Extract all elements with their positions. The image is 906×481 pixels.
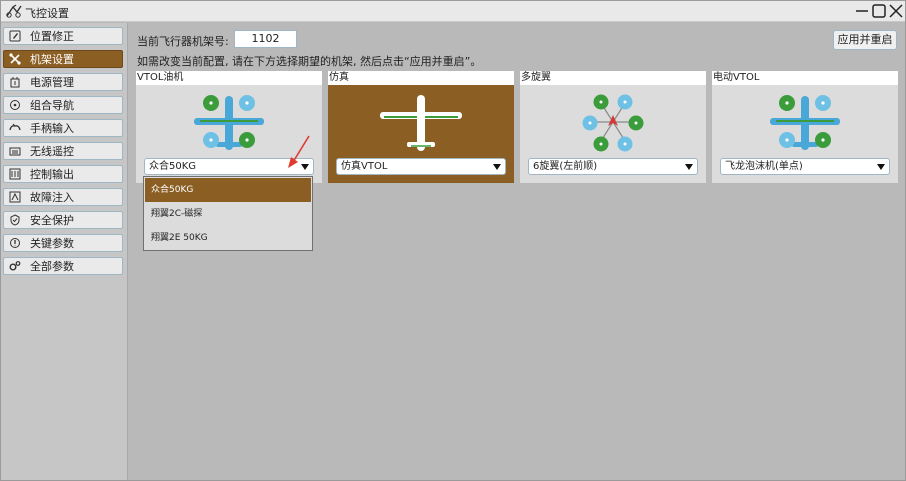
sidebar-item-label: 关键参数 <box>30 237 74 250</box>
select-value: 6旋翼(左前顺) <box>533 161 598 172</box>
vtol-quadplane-icon <box>750 90 860 154</box>
sidebar-item-navigation[interactable]: 组合导航 <box>3 96 123 114</box>
sidebar-item-label: 安全保护 <box>30 214 74 227</box>
card-body: 飞龙泡沫机(单点) <box>712 85 898 183</box>
card-title: 电动VTOL <box>712 71 898 85</box>
sidebar-item-label: 组合导航 <box>30 99 74 112</box>
airplane-icon <box>366 90 476 154</box>
main-panel: 当前飞行器机架号: 1102 如需改变当前配置, 请在下方选择期望的机架, 然后… <box>129 23 905 480</box>
sidebar-item-all-params[interactable]: 全部参数 <box>3 257 123 275</box>
card-title: 多旋翼 <box>520 71 706 85</box>
frame-card-simulation: 仿真 仿真VTOL <box>328 71 514 185</box>
navigation-icon <box>8 98 22 112</box>
card-body: 仿真VTOL <box>328 85 514 183</box>
card-body: 6旋翼(左前顺) <box>520 85 706 183</box>
frame-number-field[interactable]: 1102 <box>234 30 297 48</box>
dropdown-caret-icon <box>877 164 885 170</box>
edit-icon <box>8 29 22 43</box>
sidebar-item-fault-injection[interactable]: 故障注入 <box>3 188 123 206</box>
select-value: 仿真VTOL <box>341 161 388 172</box>
card-title: VTOL油机 <box>136 71 322 85</box>
sidebar-item-output[interactable]: 控制输出 <box>3 165 123 183</box>
sidebar-item-label: 故障注入 <box>30 191 74 204</box>
sidebar-item-label: 手柄输入 <box>30 122 74 135</box>
output-icon <box>8 167 22 181</box>
minimize-icon[interactable] <box>854 3 870 19</box>
annotation-arrow-icon <box>284 134 314 170</box>
frame-card-electric-vtol: 电动VTOL 飞龙泡沫机(单点) <box>712 71 898 185</box>
card-title: 仿真 <box>328 71 514 85</box>
sidebar-item-label: 位置修正 <box>30 30 74 43</box>
select-value: 飞龙泡沫机(单点) <box>725 161 803 172</box>
frame-select-simulation[interactable]: 仿真VTOL <box>336 158 506 175</box>
dropdown-option[interactable]: 众合50KG <box>145 178 311 202</box>
gamepad-icon <box>8 121 22 135</box>
hint-text: 如需改变当前配置, 请在下方选择期望的机架, 然后点击“应用并重启”。 <box>137 55 482 68</box>
sidebar: 位置修正 机架设置 电源管理 组合导航 手柄输入 无线遥控 控制输出 故障注入 <box>1 23 128 480</box>
sidebar-item-power[interactable]: 电源管理 <box>3 73 123 91</box>
gears-icon <box>8 259 22 273</box>
power-icon <box>8 75 22 89</box>
dropdown-option[interactable]: 翔翼2E 50KG <box>145 226 311 250</box>
sidebar-item-label: 机架设置 <box>30 53 74 66</box>
sidebar-item-label: 无线遥控 <box>30 145 74 158</box>
window-title: 飞控设置 <box>25 7 69 20</box>
dropdown-option[interactable]: 翔翼2C-磁探 <box>145 202 311 226</box>
frame-select-multirotor[interactable]: 6旋翼(左前顺) <box>528 158 698 175</box>
sidebar-item-label: 电源管理 <box>30 76 74 89</box>
frame-card-multirotor: 多旋翼 6旋翼(左前顺) <box>520 71 706 185</box>
sidebar-item-key-params[interactable]: 关键参数 <box>3 234 123 252</box>
fault-icon <box>8 190 22 204</box>
sidebar-item-position-correction[interactable]: 位置修正 <box>3 27 123 45</box>
sidebar-item-safety[interactable]: 安全保护 <box>3 211 123 229</box>
hexacopter-icon <box>558 90 668 154</box>
window: 飞控设置 位置修正 机架设置 电源管理 组合导航 手柄输入 无线遥控 控制输出 … <box>0 0 906 481</box>
sidebar-item-gamepad[interactable]: 手柄输入 <box>3 119 123 137</box>
maximize-icon[interactable] <box>871 3 887 19</box>
dropdown-caret-icon <box>493 164 501 170</box>
dropdown-caret-icon <box>685 164 693 170</box>
title-bar: 飞控设置 <box>1 1 905 22</box>
shield-icon <box>8 213 22 227</box>
remote-icon <box>8 144 22 158</box>
apply-restart-button[interactable]: 应用并重启 <box>833 30 897 50</box>
vtol-quadplane-icon <box>174 90 284 154</box>
drone-app-icon <box>5 3 23 19</box>
info-icon <box>8 236 22 250</box>
select-value: 众合50KG <box>149 161 197 172</box>
sidebar-item-remote[interactable]: 无线遥控 <box>3 142 123 160</box>
sidebar-item-label: 控制输出 <box>30 168 74 181</box>
frame-number-label: 当前飞行器机架号: <box>137 35 229 48</box>
frame-dropdown-list: 众合50KG 翔翼2C-磁探 翔翼2E 50KG <box>143 176 313 251</box>
sidebar-item-frame-settings[interactable]: 机架设置 <box>3 50 123 68</box>
frame-icon <box>8 52 22 66</box>
frame-select-electric-vtol[interactable]: 飞龙泡沫机(单点) <box>720 158 890 175</box>
close-icon[interactable] <box>888 3 904 19</box>
sidebar-item-label: 全部参数 <box>30 260 74 273</box>
